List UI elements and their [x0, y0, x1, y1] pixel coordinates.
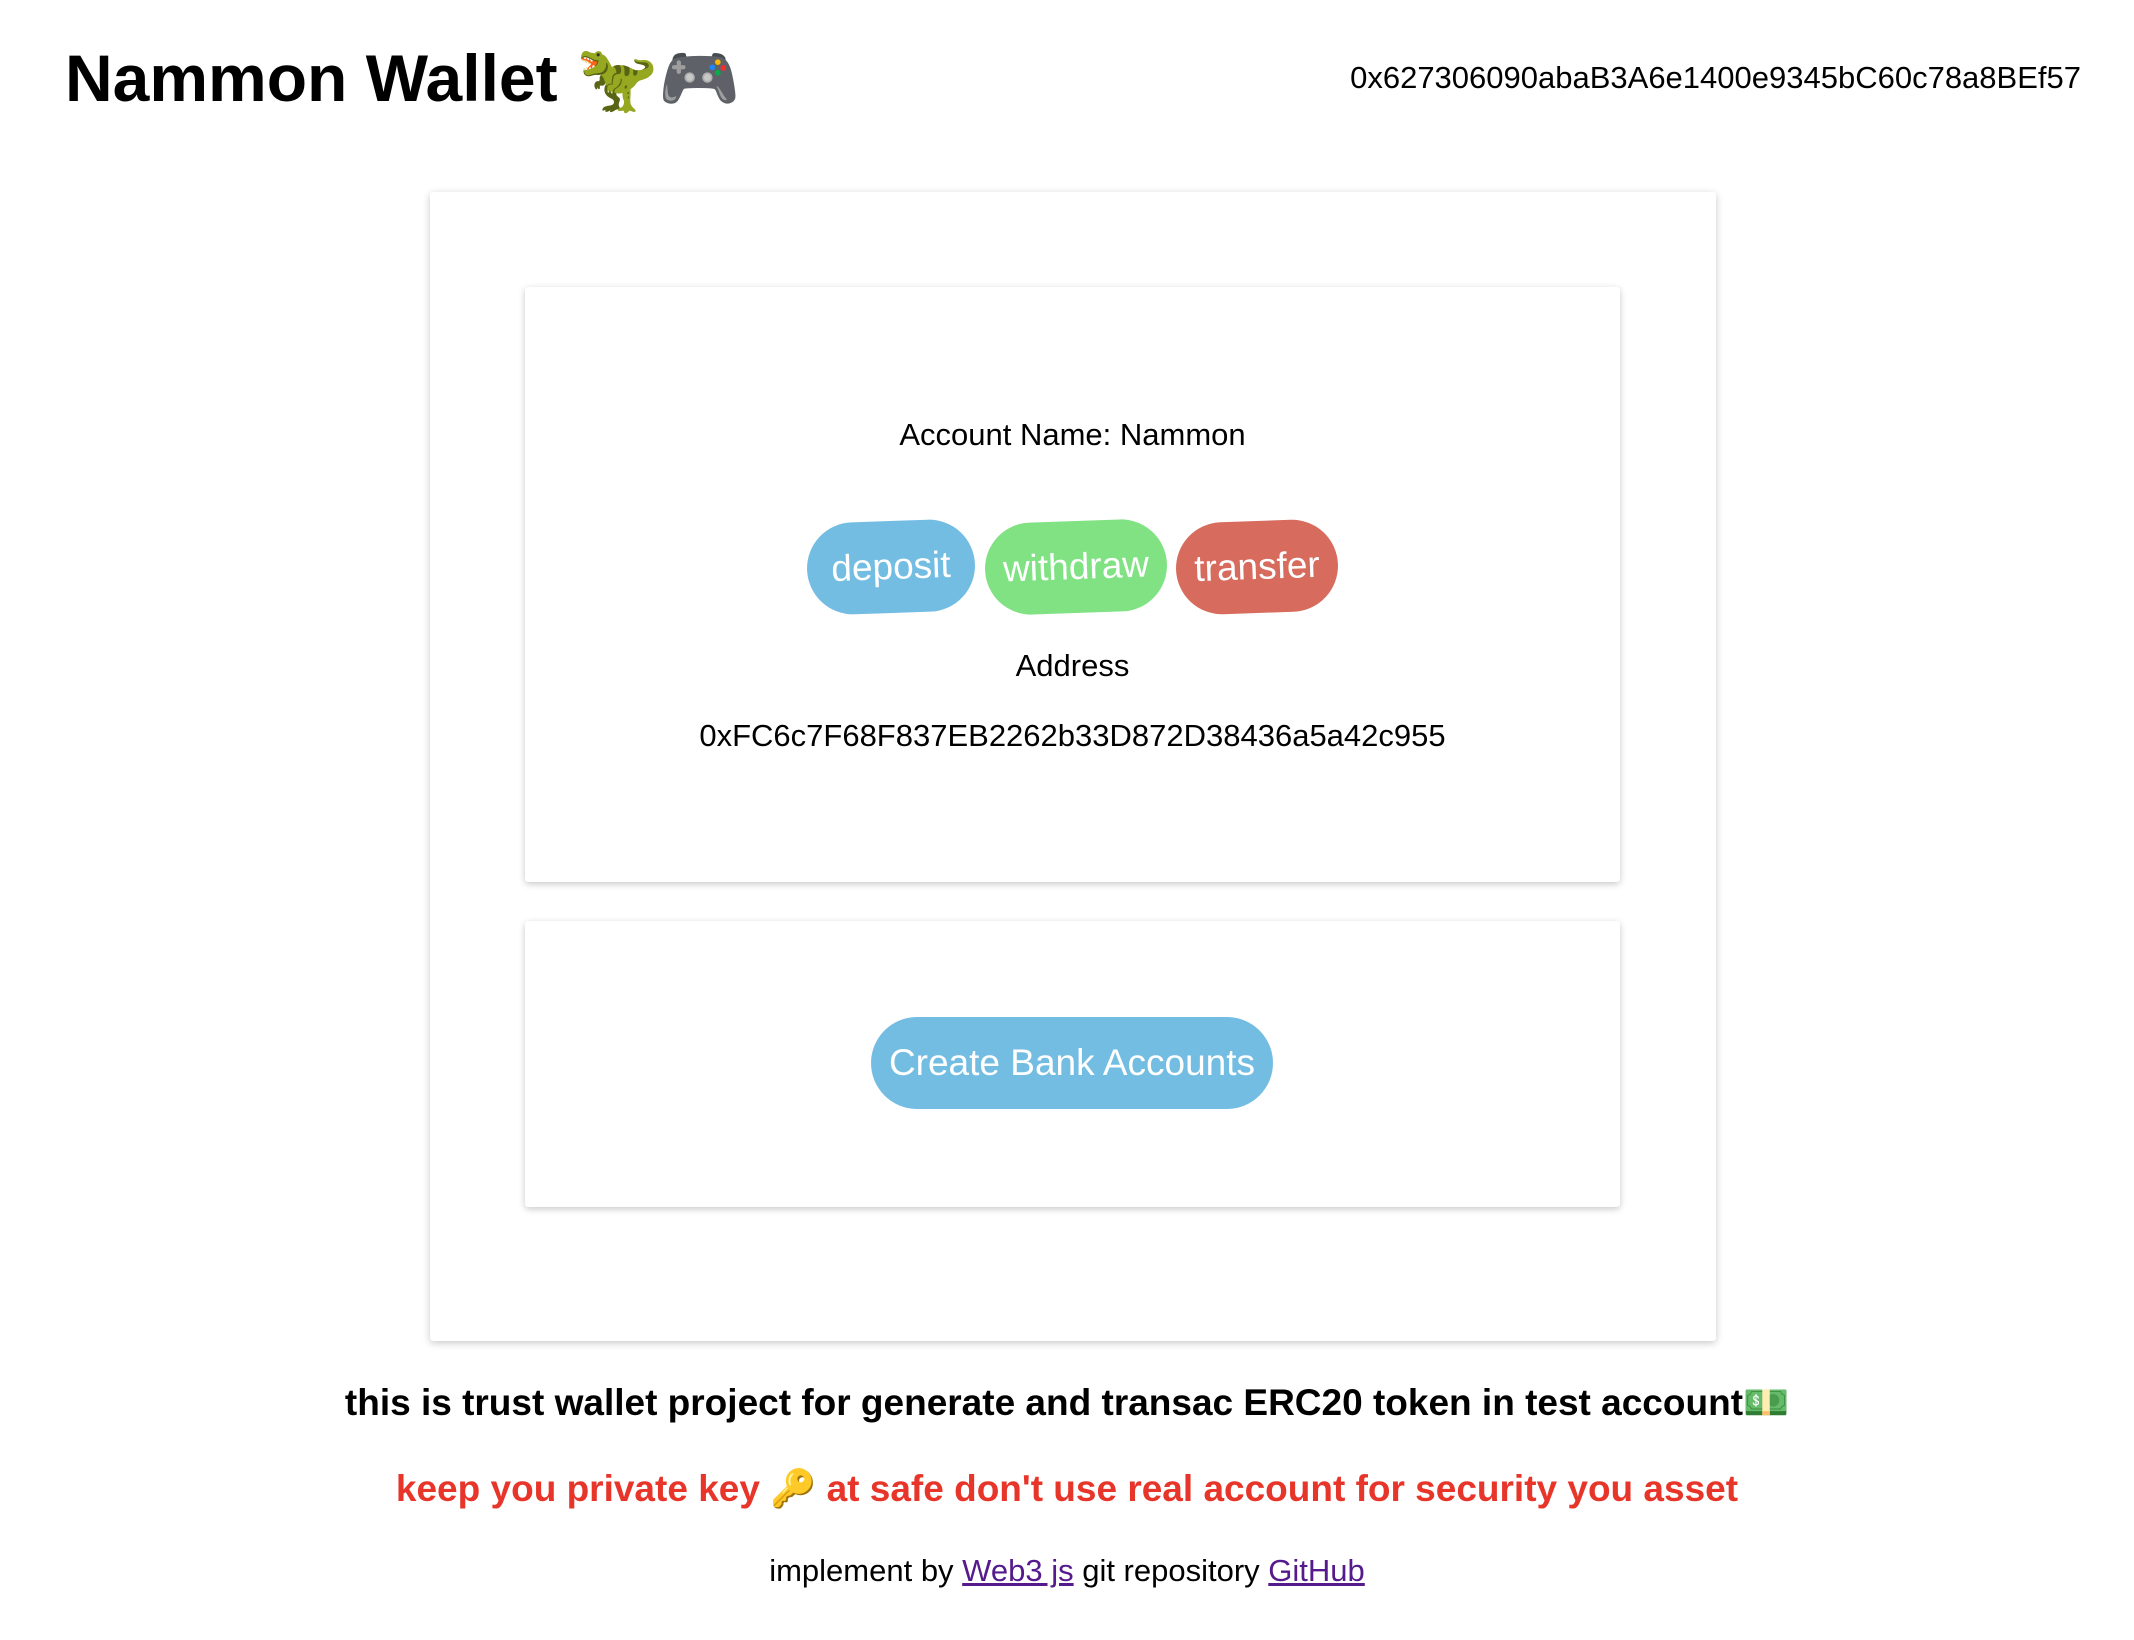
transfer-button[interactable]: transfer — [1174, 518, 1340, 616]
key-icon: 🔑 — [770, 1468, 817, 1509]
title-text: Nammon Wallet — [65, 41, 558, 115]
security-warning: keep you private key 🔑 at safe don't use… — [0, 1468, 2134, 1511]
web3-link[interactable]: Web3 js — [962, 1553, 1073, 1588]
page-title: Nammon Wallet 🦖🎮 — [65, 38, 740, 118]
implement-text: implement by — [769, 1553, 963, 1588]
warning-text-start: keep you private key — [395, 1468, 771, 1509]
repo-text: git repository — [1073, 1553, 1269, 1588]
create-account-card: Create Bank Accounts — [525, 921, 1620, 1207]
action-buttons: deposit withdraw transfer — [805, 517, 1347, 617]
address-label: Address — [1015, 648, 1130, 683]
credits: implement by Web3 js git repository GitH… — [0, 1553, 2134, 1589]
github-link[interactable]: GitHub — [1268, 1553, 1364, 1588]
withdraw-button[interactable]: withdraw — [983, 517, 1169, 617]
warning-text-end: at safe don't use real account for secur… — [816, 1468, 1739, 1509]
create-bank-accounts-button[interactable]: Create Bank Accounts — [871, 1017, 1273, 1109]
account-card: Account Name: Nammon deposit withdraw tr… — [525, 287, 1620, 882]
dinosaur-gamepad-icon: 🦖🎮 — [575, 41, 741, 115]
project-description: this is trust wallet project for generat… — [344, 1382, 1790, 1423]
account-name: Account Name: Nammon — [899, 417, 1246, 452]
deposit-button[interactable]: deposit — [805, 518, 977, 616]
wallet-address: 0x627306090abaB3A6e1400e9345bC60c78a8BEf… — [1350, 60, 2081, 95]
main-panel: Account Name: Nammon deposit withdraw tr… — [430, 192, 1716, 1341]
address-value: 0xFC6c7F68F837EB2262b33D872D38436a5a42c9… — [699, 718, 1446, 753]
